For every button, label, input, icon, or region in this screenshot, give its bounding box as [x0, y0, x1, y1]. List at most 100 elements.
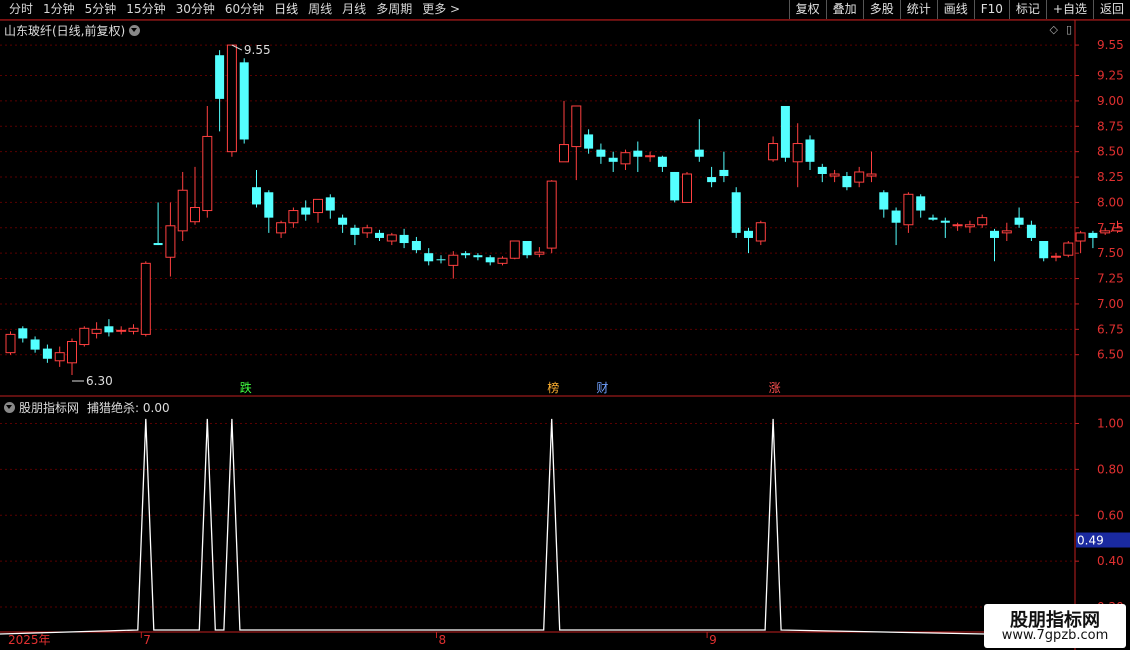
indicator-line	[0, 418, 986, 635]
low-marker-label: 6.30	[86, 374, 113, 388]
watermark-url: www.7gpzb.com	[1001, 628, 1109, 643]
candle-body	[177, 189, 188, 232]
candle-body	[485, 257, 495, 263]
candle-body	[54, 352, 65, 362]
candle-body	[1100, 230, 1111, 234]
candle-body	[670, 171, 680, 201]
candle-body	[694, 149, 704, 157]
candle-body	[461, 253, 471, 256]
candle-body	[645, 155, 656, 158]
indicator-tick-label: 1.00	[1097, 416, 1124, 430]
candle-body	[768, 143, 779, 161]
candle-body	[128, 327, 139, 332]
candle-body	[1063, 242, 1074, 256]
price-tick-label: 7.50	[1097, 246, 1124, 260]
candle-body	[42, 348, 52, 359]
candle-body	[1075, 232, 1086, 242]
candle-body	[633, 150, 643, 157]
candle-body	[928, 217, 938, 220]
price-tick-label: 9.55	[1097, 38, 1124, 52]
candle-body	[190, 207, 200, 223]
price-tick-label: 8.50	[1097, 145, 1124, 159]
candle-body	[497, 257, 508, 264]
candle-body	[448, 254, 459, 266]
candle-body	[79, 327, 90, 346]
candle-body	[338, 217, 348, 225]
candle-body	[215, 55, 225, 99]
candle-body	[411, 241, 421, 251]
candle-body	[842, 176, 852, 188]
candle-body	[104, 326, 114, 333]
watermark: 股朋指标网 www.7gpzb.com	[984, 604, 1126, 648]
candle-body	[325, 197, 335, 211]
candle-body	[1088, 232, 1098, 238]
candle-body	[313, 198, 323, 214]
candle-body	[5, 333, 16, 354]
price-tick-label: 7.25	[1097, 272, 1124, 286]
candle-body	[891, 210, 901, 223]
candle-body	[731, 192, 741, 233]
signal-label: 榜	[547, 380, 559, 395]
candle-body	[301, 207, 311, 215]
candle-body	[940, 220, 950, 223]
candle-body	[239, 62, 249, 140]
candle-body	[1026, 224, 1036, 238]
candle-body	[91, 328, 102, 334]
candle-body	[375, 232, 384, 238]
candle-body	[386, 234, 397, 242]
candle-body	[226, 44, 237, 153]
candle-body	[1051, 255, 1061, 258]
candle-body	[559, 144, 569, 163]
candle-body	[534, 251, 545, 255]
candle-body	[252, 187, 261, 205]
candle-body	[817, 166, 827, 174]
current-value-label: 0.49	[1077, 534, 1104, 548]
candle-body	[1001, 230, 1012, 234]
candle-body	[546, 180, 557, 249]
candle-body	[854, 171, 865, 183]
time-axis-label: 2025年	[8, 633, 51, 647]
price-chart[interactable]: 9.559.259.008.758.508.258.007.757.507.25…	[0, 0, 1130, 650]
candle-body	[719, 169, 729, 177]
candle-body	[879, 192, 889, 210]
high-marker-label: 9.55	[244, 43, 271, 57]
candle-body	[964, 224, 975, 228]
price-tick-label: 8.00	[1097, 195, 1124, 209]
candle-body	[916, 196, 926, 211]
candle-body	[140, 262, 151, 335]
candle-body	[1014, 217, 1024, 225]
candle-body	[744, 230, 753, 238]
candle-body	[202, 135, 213, 212]
candle-body	[805, 139, 815, 162]
candle-body	[571, 105, 582, 148]
candle-body	[584, 134, 594, 149]
candle-body	[153, 243, 163, 246]
candle-body	[990, 230, 999, 238]
price-tick-label: 6.75	[1097, 322, 1124, 336]
time-axis-label: 9	[709, 633, 717, 647]
candle-body	[424, 253, 434, 262]
candle-body	[436, 259, 446, 261]
candle-body	[509, 240, 520, 259]
candle-body	[707, 177, 717, 183]
signal-label: 跌	[240, 380, 252, 395]
candle-body	[608, 157, 618, 162]
price-tick-label: 8.75	[1097, 119, 1124, 133]
candle-body	[620, 152, 631, 165]
candle-body	[780, 105, 790, 158]
candle-body	[755, 222, 766, 242]
candle-body	[977, 217, 988, 226]
candle-body	[165, 225, 176, 258]
candle-body	[657, 156, 667, 167]
candle-body	[866, 173, 877, 177]
signal-label: 财	[596, 381, 608, 395]
candle-body	[288, 210, 299, 224]
candle-body	[116, 329, 127, 332]
price-tick-label: 9.00	[1097, 94, 1124, 108]
candle-body	[682, 173, 692, 203]
candle-body	[522, 241, 532, 256]
candle-body	[952, 224, 963, 227]
time-axis-label: 8	[439, 633, 447, 647]
indicator-tick-label: 0.80	[1097, 462, 1124, 476]
price-tick-label: 6.50	[1097, 348, 1124, 362]
